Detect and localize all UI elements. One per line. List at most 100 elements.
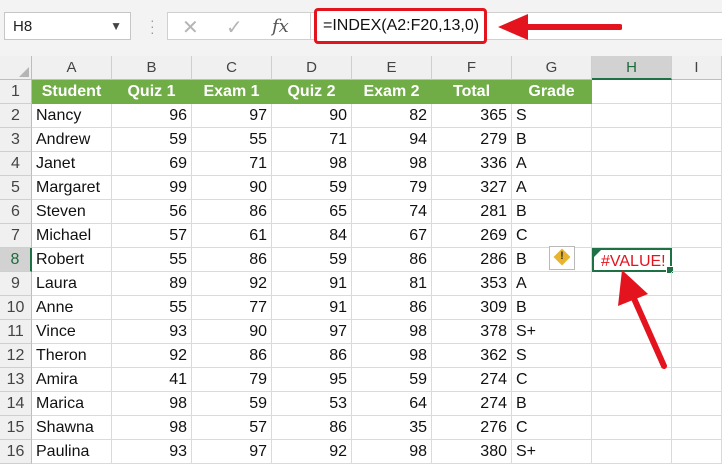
data-cell[interactable]: 378 bbox=[432, 320, 512, 344]
data-cell[interactable]: 65 bbox=[272, 200, 352, 224]
data-cell[interactable]: 90 bbox=[192, 320, 272, 344]
column-header-g[interactable]: G bbox=[512, 56, 592, 80]
data-cell[interactable]: S bbox=[512, 104, 592, 128]
data-cell[interactable]: 90 bbox=[192, 176, 272, 200]
data-cell[interactable]: 57 bbox=[112, 224, 192, 248]
error-indicator-button[interactable]: ! bbox=[549, 246, 575, 270]
empty-cell[interactable] bbox=[672, 200, 722, 224]
data-cell[interactable]: 71 bbox=[192, 152, 272, 176]
data-cell[interactable]: 86 bbox=[352, 248, 432, 272]
data-cell[interactable]: 281 bbox=[432, 200, 512, 224]
empty-cell[interactable] bbox=[592, 104, 672, 128]
data-cell[interactable]: 97 bbox=[272, 320, 352, 344]
data-cell[interactable]: 309 bbox=[432, 296, 512, 320]
data-cell[interactable]: Amira bbox=[32, 368, 112, 392]
data-cell[interactable]: 97 bbox=[192, 440, 272, 464]
header-cell[interactable]: Student bbox=[32, 80, 112, 104]
data-cell[interactable]: 91 bbox=[272, 272, 352, 296]
data-cell[interactable]: 89 bbox=[112, 272, 192, 296]
data-cell[interactable]: 98 bbox=[352, 320, 432, 344]
data-cell[interactable]: Anne bbox=[32, 296, 112, 320]
data-cell[interactable]: 274 bbox=[432, 392, 512, 416]
data-cell[interactable]: 77 bbox=[192, 296, 272, 320]
header-cell[interactable]: Exam 2 bbox=[352, 80, 432, 104]
data-cell[interactable]: B bbox=[512, 200, 592, 224]
data-cell[interactable]: 71 bbox=[272, 128, 352, 152]
row-header-6[interactable]: 6 bbox=[0, 200, 32, 224]
close-icon[interactable]: ✕ bbox=[182, 15, 199, 40]
data-cell[interactable]: 95 bbox=[272, 368, 352, 392]
data-cell[interactable]: 93 bbox=[112, 440, 192, 464]
data-cell[interactable]: 86 bbox=[192, 248, 272, 272]
empty-cell[interactable] bbox=[672, 152, 722, 176]
data-cell[interactable]: 41 bbox=[112, 368, 192, 392]
data-cell[interactable]: 94 bbox=[352, 128, 432, 152]
data-cell[interactable]: 276 bbox=[432, 416, 512, 440]
empty-cell[interactable] bbox=[672, 176, 722, 200]
data-cell[interactable]: A bbox=[512, 176, 592, 200]
data-cell[interactable]: Nancy bbox=[32, 104, 112, 128]
data-cell[interactable]: 97 bbox=[192, 104, 272, 128]
empty-cell[interactable] bbox=[672, 128, 722, 152]
row-header-3[interactable]: 3 bbox=[0, 128, 32, 152]
row-header-16[interactable]: 16 bbox=[0, 440, 32, 464]
column-header-d[interactable]: D bbox=[272, 56, 352, 80]
row-header-13[interactable]: 13 bbox=[0, 368, 32, 392]
data-cell[interactable]: 98 bbox=[352, 344, 432, 368]
data-cell[interactable]: 98 bbox=[352, 440, 432, 464]
data-cell[interactable]: 59 bbox=[272, 176, 352, 200]
empty-cell[interactable] bbox=[592, 152, 672, 176]
data-cell[interactable]: Janet bbox=[32, 152, 112, 176]
empty-cell[interactable] bbox=[672, 392, 722, 416]
data-cell[interactable]: 59 bbox=[272, 248, 352, 272]
data-cell[interactable]: C bbox=[512, 368, 592, 392]
data-cell[interactable]: Margaret bbox=[32, 176, 112, 200]
data-cell[interactable]: 279 bbox=[432, 128, 512, 152]
data-cell[interactable]: Michael bbox=[32, 224, 112, 248]
empty-cell[interactable] bbox=[672, 224, 722, 248]
empty-cell[interactable] bbox=[592, 440, 672, 464]
data-cell[interactable]: Theron bbox=[32, 344, 112, 368]
data-cell[interactable]: 269 bbox=[432, 224, 512, 248]
column-header-b[interactable]: B bbox=[112, 56, 192, 80]
empty-cell[interactable] bbox=[672, 248, 722, 272]
data-cell[interactable]: 353 bbox=[432, 272, 512, 296]
header-cell[interactable]: Exam 1 bbox=[192, 80, 272, 104]
column-header-f[interactable]: F bbox=[432, 56, 512, 80]
data-cell[interactable]: 59 bbox=[112, 128, 192, 152]
row-header-4[interactable]: 4 bbox=[0, 152, 32, 176]
row-header-8[interactable]: 8 bbox=[0, 248, 32, 272]
data-cell[interactable]: 92 bbox=[192, 272, 272, 296]
data-cell[interactable]: 336 bbox=[432, 152, 512, 176]
header-cell[interactable]: Grade bbox=[512, 80, 592, 104]
name-box[interactable]: H8 ▼ bbox=[4, 12, 131, 40]
data-cell[interactable]: 56 bbox=[112, 200, 192, 224]
data-cell[interactable]: 57 bbox=[192, 416, 272, 440]
data-cell[interactable]: 86 bbox=[192, 344, 272, 368]
data-cell[interactable]: 93 bbox=[112, 320, 192, 344]
header-cell[interactable]: Quiz 2 bbox=[272, 80, 352, 104]
column-header-h[interactable]: H bbox=[592, 56, 672, 80]
data-cell[interactable]: 380 bbox=[432, 440, 512, 464]
data-cell[interactable]: B bbox=[512, 392, 592, 416]
data-cell[interactable]: 79 bbox=[192, 368, 272, 392]
data-cell[interactable]: 61 bbox=[192, 224, 272, 248]
data-cell[interactable]: A bbox=[512, 272, 592, 296]
empty-cell[interactable] bbox=[592, 392, 672, 416]
column-header-c[interactable]: C bbox=[192, 56, 272, 80]
data-cell[interactable]: C bbox=[512, 224, 592, 248]
empty-cell[interactable] bbox=[672, 320, 722, 344]
row-header-12[interactable]: 12 bbox=[0, 344, 32, 368]
data-cell[interactable]: 286 bbox=[432, 248, 512, 272]
data-cell[interactable]: 96 bbox=[112, 104, 192, 128]
data-cell[interactable]: Paulina bbox=[32, 440, 112, 464]
data-cell[interactable]: S bbox=[512, 344, 592, 368]
formula-text[interactable]: =INDEX(A2:F20,13,0) bbox=[323, 17, 479, 35]
data-cell[interactable]: 86 bbox=[272, 344, 352, 368]
empty-cell[interactable] bbox=[592, 200, 672, 224]
data-cell[interactable]: Robert bbox=[32, 248, 112, 272]
data-cell[interactable]: Vince bbox=[32, 320, 112, 344]
insert-function-icon[interactable]: fx bbox=[272, 16, 289, 37]
data-cell[interactable]: 67 bbox=[352, 224, 432, 248]
row-header-5[interactable]: 5 bbox=[0, 176, 32, 200]
